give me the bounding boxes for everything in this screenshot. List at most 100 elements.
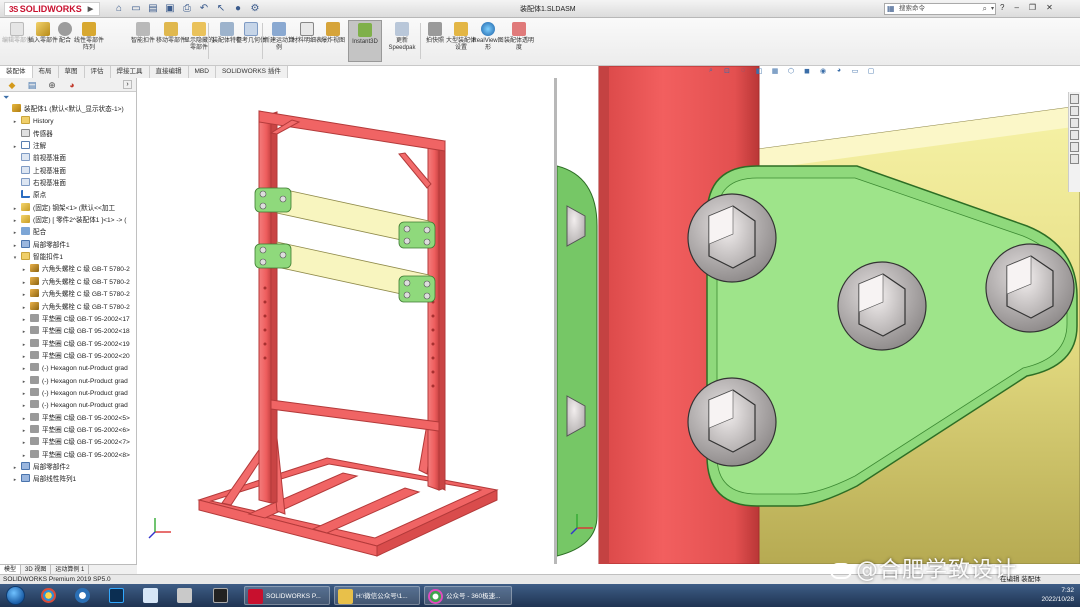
speedpak-button[interactable]: 更新Speedpak: [385, 22, 419, 51]
property-manager-tab-icon[interactable]: ▤: [24, 79, 40, 91]
start-button[interactable]: [6, 586, 25, 605]
expand-arrow-icon[interactable]: ▸: [21, 314, 27, 326]
smart-fastener-button[interactable]: 智能扣件: [128, 22, 158, 45]
rebuild-icon[interactable]: ●: [231, 2, 245, 16]
tree-item[interactable]: ▸ 平垫圈 C级 GB-T 95-2002<5>: [0, 412, 136, 425]
tree-item[interactable]: 上视基准面: [0, 165, 136, 178]
tree-item[interactable]: ▸ 平垫圈 C级 GB-T 95-2002<8>: [0, 449, 136, 462]
exploded-view-button[interactable]: 爆炸视图: [318, 22, 348, 45]
tab-addins[interactable]: SOLIDWORKS 插件: [215, 66, 288, 78]
open-icon[interactable]: ▤: [146, 2, 160, 16]
dynamic-annotation-icon[interactable]: ▦: [769, 67, 781, 75]
tree-item[interactable]: ▸ 六角头螺栓 C 级 GB-T 5780-2: [0, 276, 136, 289]
taskbar-pinned-5[interactable]: [174, 586, 198, 605]
tab-layout[interactable]: 布局: [32, 66, 59, 78]
minimize-icon[interactable]: –: [1014, 3, 1018, 12]
solidworks-menu-button[interactable]: 3S SOLIDWORKS ▶: [4, 2, 101, 16]
tree-item[interactable]: ▸ 六角头螺栓 C 级 GB-T 5780-2: [0, 301, 136, 314]
tab-sketch[interactable]: 草图: [58, 66, 85, 78]
graphics-viewport-right[interactable]: ⌕ ⊡ ◌ ◧ ▦ ⬡ ◼ ◉ ◕ ▭ ▢: [557, 66, 1080, 564]
tree-item[interactable]: 原点: [0, 190, 136, 202]
taskbar-window-solidworks[interactable]: SOLIDWORKS P...: [244, 586, 330, 605]
home-icon[interactable]: ⌂: [112, 2, 126, 16]
view-palette-icon[interactable]: [1070, 130, 1079, 140]
expand-arrow-icon[interactable]: ▸: [12, 227, 18, 239]
expand-arrow-icon[interactable]: ▸: [12, 116, 18, 128]
expand-arrow-icon[interactable]: ▸: [12, 474, 18, 486]
new-icon[interactable]: ▭: [129, 2, 143, 16]
tree-item[interactable]: ▸ 注解: [0, 141, 136, 153]
tab-evaluate[interactable]: 评估: [84, 66, 111, 78]
search-icon[interactable]: ⌕: [983, 4, 987, 14]
tree-item[interactable]: 右视基准面: [0, 178, 136, 190]
display-manager-tab-icon[interactable]: ◕: [64, 79, 80, 91]
tree-item[interactable]: 前视基准面: [0, 153, 136, 165]
tree-item[interactable]: ▸ (-) Hexagon nut-Product grad: [0, 387, 136, 400]
save-icon[interactable]: ▣: [163, 2, 177, 16]
tab-weldments[interactable]: 焊接工具: [110, 66, 150, 78]
expand-arrow-icon[interactable]: ▸: [21, 326, 27, 338]
expand-arrow-icon[interactable]: ▸: [21, 437, 27, 449]
close-icon[interactable]: ✕: [1046, 3, 1053, 12]
expand-arrow-icon[interactable]: ▸: [21, 376, 27, 388]
realview-button[interactable]: RealView图形: [472, 22, 504, 51]
select-icon[interactable]: ↖: [214, 2, 228, 16]
section-view-icon[interactable]: ◧: [753, 67, 765, 75]
expand-arrow-icon[interactable]: ▸: [21, 289, 27, 301]
expand-arrow-icon[interactable]: ▸: [21, 425, 27, 437]
taskbar-pinned-2[interactable]: [72, 586, 96, 605]
tree-item[interactable]: ▸ 平垫圈 C级 GB-T 95-2002<19: [0, 338, 136, 351]
expand-arrow-icon[interactable]: ▸: [21, 351, 27, 363]
tab-model[interactable]: 模型: [0, 565, 22, 574]
design-library-icon[interactable]: [1070, 106, 1079, 116]
taskbar-window-browser[interactable]: 公众号 - 360极速...: [424, 586, 512, 605]
tree-item[interactable]: ▸ 平垫圈 C级 GB-T 95-2002<7>: [0, 437, 136, 449]
tree-item[interactable]: ▸ (-) Hexagon nut-Product grad: [0, 400, 136, 412]
tree-item[interactable]: ▸ History: [0, 116, 136, 128]
tree-item[interactable]: ▸ 平垫圈 C级 GB-T 95-2002<18: [0, 326, 136, 338]
graphics-viewport-left[interactable]: [137, 78, 554, 564]
view-settings-icon[interactable]: ▢: [865, 67, 877, 75]
expand-arrow-icon[interactable]: ▾: [12, 252, 18, 264]
restore-icon[interactable]: ❐: [1029, 3, 1036, 12]
filter-icon[interactable]: ⏷: [0, 92, 136, 104]
expand-arrow-icon[interactable]: ▸: [12, 215, 18, 227]
search-commands-input[interactable]: ▦ 搜索命令 ⌕ ▾: [884, 3, 996, 15]
taskbar-pinned-6[interactable]: [210, 586, 234, 605]
hide-show-items-icon[interactable]: ◉: [817, 67, 829, 75]
undo-icon[interactable]: ↶: [197, 2, 211, 16]
system-tray-clock[interactable]: 7:32 2022/10/28: [1010, 586, 1080, 605]
view-orientation-icon[interactable]: ⬡: [785, 67, 797, 75]
options-icon[interactable]: ⚙: [248, 2, 262, 16]
zoom-area-icon[interactable]: ⊡: [721, 67, 733, 75]
feature-tree-tab-icon[interactable]: ◆: [4, 79, 20, 91]
tab-mbd[interactable]: MBD: [188, 66, 216, 78]
tree-item[interactable]: ▸ 局部零部件2: [0, 461, 136, 474]
tree-item[interactable]: ▸ 配合: [0, 227, 136, 239]
configuration-tab-icon[interactable]: ⊕: [44, 79, 60, 91]
linear-pattern-button[interactable]: 线性零部件阵列: [72, 22, 106, 51]
instant3d-button[interactable]: Instant3D: [348, 20, 382, 62]
tab-3d-views[interactable]: 3D 视图: [21, 565, 52, 574]
taskbar-pinned-4[interactable]: [140, 586, 164, 605]
expand-arrow-icon[interactable]: ▸: [12, 203, 18, 215]
tree-item[interactable]: ▸ 平垫圈 C级 GB-T 95-2002<6>: [0, 424, 136, 437]
tree-item[interactable]: ▸ 局部线性阵列1: [0, 474, 136, 486]
tab-assembly[interactable]: 装配体: [0, 66, 33, 78]
taskbar-pinned-3[interactable]: [106, 586, 130, 605]
display-style-icon[interactable]: ◼: [801, 67, 813, 75]
tree-item[interactable]: ▸ (固定) [ 零件2^装配体1 ]<1> -> (: [0, 215, 136, 227]
edit-appearance-icon[interactable]: ◕: [833, 67, 845, 75]
motion-study-button[interactable]: 新建运动算例: [264, 22, 294, 51]
tree-item[interactable]: ▸ 六角头螺栓 C 级 GB-T 5780-2: [0, 264, 136, 276]
tree-item[interactable]: ▸ 平垫圈 C级 GB-T 95-2002<20: [0, 350, 136, 363]
expand-arrow-icon[interactable]: ▸: [21, 363, 27, 375]
custom-properties-icon[interactable]: [1070, 154, 1079, 164]
previous-view-icon[interactable]: ◌: [737, 67, 749, 75]
zoom-to-fit-icon[interactable]: ⌕: [705, 67, 717, 75]
expand-arrow-icon[interactable]: ▸: [21, 339, 27, 351]
chevron-down-icon[interactable]: ▾: [991, 4, 994, 14]
tree-item[interactable]: ▸ (-) Hexagon nut-Product grad: [0, 363, 136, 375]
tree-item[interactable]: ▸ (固定) 钢架<1> (默认<<加工: [0, 202, 136, 215]
apply-scene-icon[interactable]: ▭: [849, 67, 861, 75]
